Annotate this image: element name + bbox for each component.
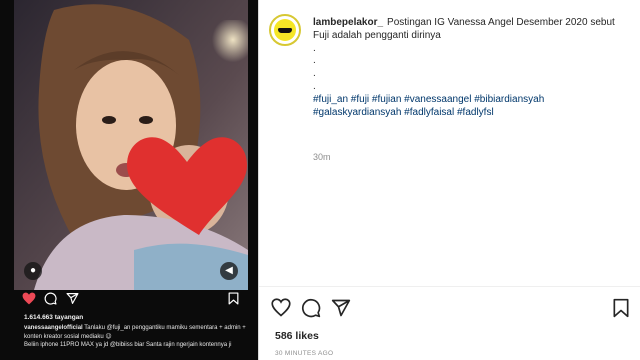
share-icon[interactable] — [331, 298, 351, 318]
inner-caption-line1: Tanlaku @fuji_an penggantiku mamiku seme… — [84, 325, 246, 331]
post-sidebar: lambepelakor_ Postingan IG Vanessa Angel … — [258, 0, 640, 360]
like-count[interactable]: 586 likes — [275, 330, 319, 342]
inner-view-count: 1.614.663 tayangan — [24, 314, 84, 321]
bookmark-icon[interactable] — [611, 298, 631, 318]
avatar[interactable] — [269, 14, 301, 46]
lips-icon — [278, 28, 292, 33]
sound-icon[interactable]: ◀ — [220, 262, 238, 280]
post-caption: lambepelakor_ Postingan IG Vanessa Angel … — [313, 17, 631, 119]
hashtags-line1[interactable]: #fuji_an #fuji #fujian #vanessaangel #bi… — [313, 94, 544, 105]
like-heart-icon[interactable] — [271, 298, 291, 318]
hashtags-line2[interactable]: #galaskyardiansyah #fadlyfaisal #fadlyfs… — [313, 107, 494, 118]
bookmark-icon — [228, 292, 239, 305]
photo-image — [14, 0, 248, 290]
caption-dot: . — [313, 42, 316, 54]
caption-dot: . — [313, 55, 316, 67]
inner-caption-line3: Beliin iphone 11PRO MAX ya jd @bibiiss b… — [24, 342, 232, 348]
embedded-screenshot: ● ◀ — [14, 0, 248, 290]
comment-timestamp: 30m — [313, 152, 331, 162]
inner-caption-line2: konten kreator sosial mediaku 😉 — [24, 333, 112, 340]
divider — [259, 286, 640, 287]
instagram-post: ● ◀ 1.614.663 tayangan vanessaangeloffic… — [0, 0, 640, 360]
post-media[interactable]: ● ◀ 1.614.663 tayangan vanessaangeloffic… — [0, 0, 258, 360]
comment-icon[interactable] — [301, 298, 321, 318]
action-bar — [271, 298, 631, 320]
username-link[interactable]: lambepelakor_ — [313, 17, 383, 28]
comment-icon — [44, 292, 57, 305]
share-icon — [66, 293, 79, 304]
caption-dot: . — [313, 80, 316, 92]
post-timestamp: 30 MINUTES AGO — [275, 350, 334, 357]
inner-username: vanessaangelofficial — [24, 325, 83, 331]
caption-dot: . — [313, 68, 316, 80]
heart-icon — [22, 292, 36, 305]
inner-action-bar — [22, 292, 242, 308]
inner-caption: vanessaangelofficial Tanlaku @fuji_an pe… — [24, 324, 246, 350]
info-icon[interactable]: ● — [24, 262, 42, 280]
